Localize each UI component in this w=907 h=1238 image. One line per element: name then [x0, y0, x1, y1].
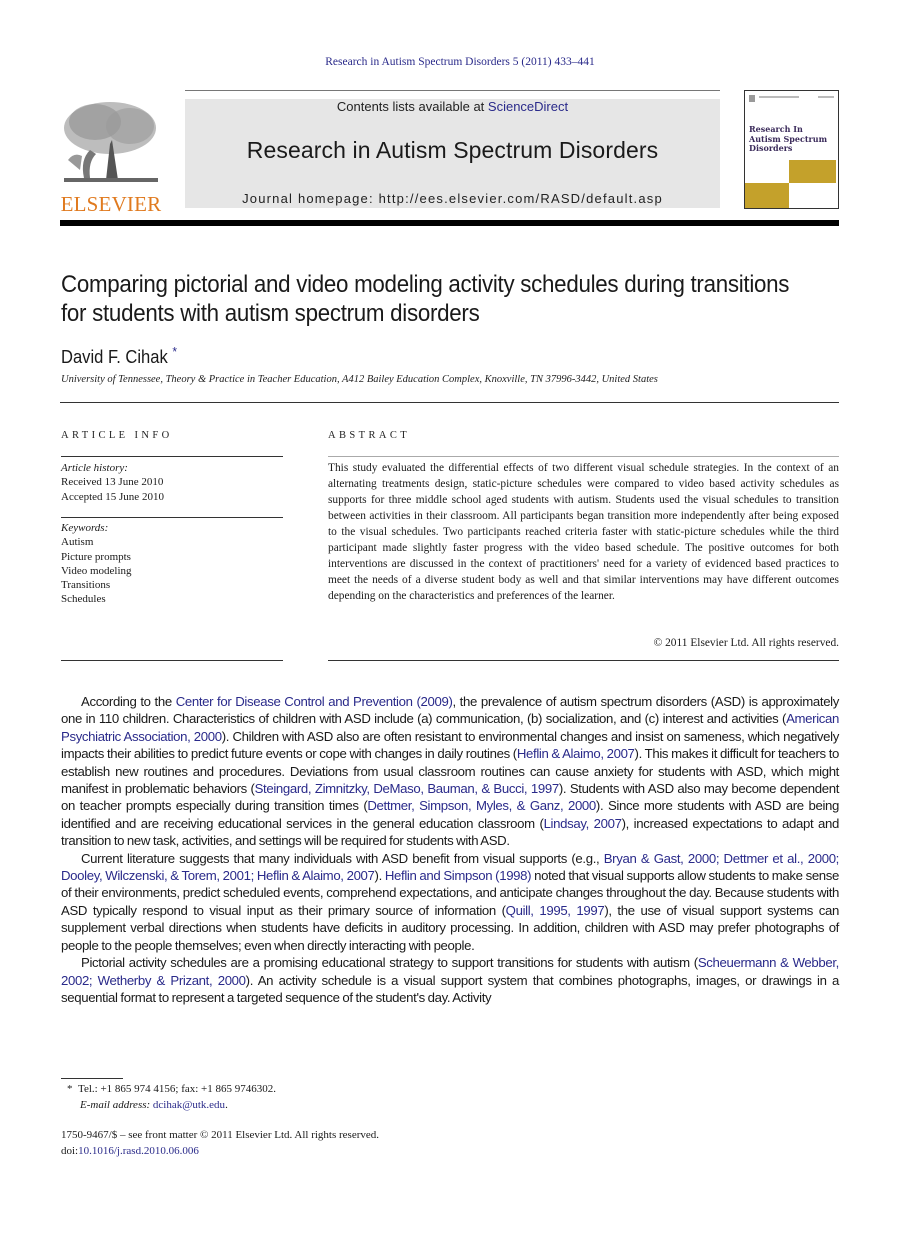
keyword-item: Video modeling	[61, 564, 132, 577]
abstract-rule-top	[328, 456, 839, 457]
citation-link[interactable]: Lindsay, 2007	[544, 816, 622, 831]
running-head[interactable]: Research in Autism Spectrum Disorders 5 …	[0, 56, 907, 68]
info-rule-mid	[61, 517, 283, 518]
cover-meta-line	[759, 96, 799, 98]
footnote-contact: * Tel.: +1 865 974 4156; fax: +1 865 974…	[67, 1082, 276, 1098]
keywords-label: Keywords:	[61, 522, 109, 534]
citation-link[interactable]: Dettmer, Simpson, Myles, & Ganz, 2000	[367, 798, 596, 813]
elsevier-logo[interactable]: ELSEVIER	[60, 100, 162, 215]
body-paragraph: Pictorial activity schedules are a promi…	[61, 955, 839, 1005]
history-label: Article history:	[61, 462, 128, 474]
elsevier-tree-icon	[60, 100, 162, 186]
accepted-date: Accepted 15 June 2010	[61, 490, 164, 503]
info-rule-bottom	[61, 660, 283, 661]
header-thick-rule	[60, 220, 839, 226]
footnote-mark: *	[67, 1083, 73, 1095]
footnote-phone: Tel.: +1 865 974 4156; fax: +1 865 97463…	[78, 1083, 277, 1095]
body-paragraph: According to the Center for Disease Cont…	[61, 694, 840, 849]
citation-link[interactable]: Heflin and Simpson (1998)	[385, 868, 532, 883]
abstract-copyright: © 2011 Elsevier Ltd. All rights reserved…	[653, 637, 839, 649]
doi-prefix: doi:	[61, 1144, 79, 1157]
article-history: Article history: Received 13 June 2010 A…	[61, 461, 164, 504]
email-label: E-mail address:	[80, 1098, 151, 1111]
body-paragraph: Current literature suggests that many in…	[61, 850, 840, 953]
article-title: Comparing pictorial and video modeling a…	[61, 271, 790, 327]
citation-link[interactable]: Steingard, Zimnitzky, DeMaso, Bauman, & …	[255, 781, 560, 796]
doi-link[interactable]: 10.1016/j.rasd.2010.06.006	[78, 1145, 199, 1157]
keyword-item: Schedules	[61, 593, 106, 606]
doi-line: doi:10.1016/j.rasd.2010.06.006	[61, 1144, 379, 1160]
footnote-email-line: E-mail address: dcihak@utk.edu.	[80, 1098, 228, 1111]
elsevier-wordmark: ELSEVIER	[60, 192, 162, 216]
journal-homepage-link[interactable]: Journal homepage: http://ees.elsevier.co…	[185, 191, 720, 206]
author-line: David F. Cihak *	[61, 344, 177, 368]
article-info-heading: ARTICLE INFO	[61, 430, 173, 441]
cover-issn-line	[818, 96, 834, 98]
contents-line: Contents lists available at ScienceDirec…	[185, 99, 720, 114]
info-rule-top	[61, 456, 283, 457]
keyword-item: Transitions	[61, 579, 111, 592]
journal-title: Research in Autism Spectrum Disorders	[246, 137, 659, 163]
received-date: Received 13 June 2010	[61, 476, 164, 489]
header-top-rule	[185, 90, 720, 91]
cover-gold-block-lower	[745, 183, 789, 208]
keyword-item: Autism	[61, 536, 94, 549]
author-name: David F. Cihak	[61, 347, 168, 367]
journal-cover-thumbnail[interactable]: Research In Autism Spectrum Disorders	[744, 90, 839, 209]
sciencedirect-link[interactable]: ScienceDirect	[488, 99, 568, 114]
citation-link[interactable]: Center for Disease Control and Preventio…	[176, 694, 453, 709]
keywords: Keywords: Autism Picture prompts Video m…	[61, 521, 132, 607]
email-link[interactable]: dcihak@utk.edu	[153, 1099, 225, 1111]
front-matter: 1750-9467/$ – see front matter © 2011 El…	[61, 1128, 379, 1159]
body-text: According to the Center for Disease Cont…	[61, 693, 839, 1006]
abstract-rule-bottom	[328, 660, 839, 661]
footnote-rule	[61, 1078, 123, 1079]
cover-publisher-icon	[749, 95, 755, 102]
citation-link[interactable]: Heflin & Alaimo, 2007	[517, 746, 635, 761]
author-affiliation: University of Tennessee, Theory & Practi…	[61, 374, 658, 385]
affiliation-rule	[60, 402, 839, 403]
journal-citation-link[interactable]: Research in Autism Spectrum Disorders 5 …	[325, 56, 594, 68]
citation-link[interactable]: Scheuermann & Webber, 2002; Wetherby & P…	[61, 955, 839, 987]
keyword-item: Picture prompts	[61, 550, 131, 563]
abstract-heading: ABSTRACT	[328, 430, 411, 441]
contents-prefix: Contents lists available at	[336, 99, 488, 114]
abstract-text: This study evaluated the differential ef…	[328, 462, 839, 602]
citation-link[interactable]: Quill, 1995, 1997	[506, 903, 605, 918]
footnote: * Tel.: +1 865 974 4156; fax: +1 865 974…	[67, 1082, 276, 1113]
issn-line: 1750-9467/$ – see front matter © 2011 El…	[61, 1129, 380, 1141]
journal-header-box: Contents lists available at ScienceDirec…	[185, 99, 720, 208]
citation-link[interactable]: American Psychiatric Association, 2000	[61, 711, 839, 743]
cover-gold-block-upper	[789, 160, 836, 183]
cover-title: Research In Autism Spectrum Disorders	[749, 124, 828, 153]
corresponding-author-mark[interactable]: *	[172, 344, 177, 359]
